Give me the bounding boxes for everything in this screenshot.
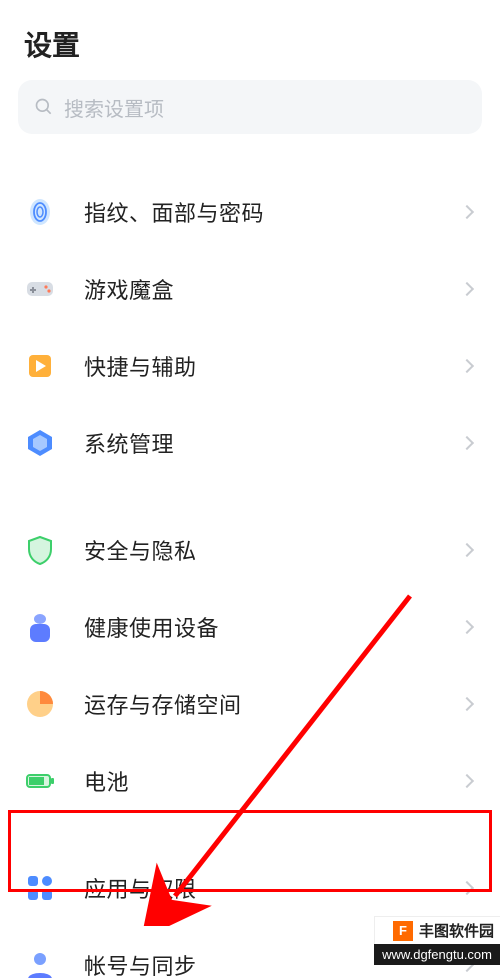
shield-icon xyxy=(22,532,58,568)
search-placeholder: 搜索设置项 xyxy=(64,93,164,122)
system-icon xyxy=(22,425,58,461)
list-item-label: 游戏魔盒 xyxy=(84,273,462,305)
list-item-security[interactable]: 安全与隐私 xyxy=(0,511,500,588)
list-item-health[interactable]: 健康使用设备 xyxy=(0,588,500,665)
list-item-label: 系统管理 xyxy=(84,427,462,459)
watermark-url: www.dgfengtu.com xyxy=(374,944,500,965)
shortcut-icon xyxy=(22,348,58,384)
list-item-label: 快捷与辅助 xyxy=(84,350,462,382)
list-item-fingerprint[interactable]: 指纹、面部与密码 xyxy=(0,173,500,250)
chevron-right-icon xyxy=(460,696,474,710)
section-gap xyxy=(0,819,500,849)
list-item-apps-permissions[interactable]: 应用与权限 xyxy=(0,849,500,926)
battery-icon xyxy=(22,763,58,799)
section-gap xyxy=(0,481,500,511)
search-input[interactable]: 搜索设置项 xyxy=(18,80,482,134)
chevron-right-icon xyxy=(460,358,474,372)
list-item-storage[interactable]: 运存与存储空间 xyxy=(0,665,500,742)
list-item-label: 健康使用设备 xyxy=(84,611,462,643)
list-item-label: 系统导航 xyxy=(84,148,462,151)
list-item-label: 电池 xyxy=(84,765,462,797)
list-item-battery[interactable]: 电池 xyxy=(0,742,500,819)
gamepad-icon xyxy=(22,271,58,307)
list-item-shortcut[interactable]: 快捷与辅助 xyxy=(0,327,500,404)
settings-list: 系统导航 指纹、面部与密码 游戏魔盒 快捷与辅助 xyxy=(0,148,500,978)
watermark-logo-icon: F xyxy=(393,921,413,941)
fingerprint-icon xyxy=(22,194,58,230)
list-item-label: 运存与存储空间 xyxy=(84,688,462,720)
list-item-gamebox[interactable]: 游戏魔盒 xyxy=(0,250,500,327)
search-icon xyxy=(34,97,54,117)
search-container: 搜索设置项 xyxy=(18,80,482,134)
chevron-right-icon xyxy=(460,204,474,218)
chevron-right-icon xyxy=(460,435,474,449)
chevron-right-icon xyxy=(460,542,474,556)
page-title: 设置 xyxy=(0,0,500,80)
watermark-name: 丰图软件园 xyxy=(419,920,494,941)
list-item-label: 安全与隐私 xyxy=(84,534,462,566)
chevron-right-icon xyxy=(460,281,474,295)
list-item-system-nav[interactable]: 系统导航 xyxy=(0,148,500,173)
apps-icon xyxy=(22,870,58,906)
nav-icon xyxy=(22,148,58,153)
chevron-right-icon xyxy=(460,619,474,633)
storage-icon xyxy=(22,686,58,722)
health-icon xyxy=(22,609,58,645)
account-icon xyxy=(22,947,58,978)
watermark: F 丰图软件园 www.dgfengtu.com xyxy=(374,916,500,965)
chevron-right-icon xyxy=(460,880,474,894)
chevron-right-icon xyxy=(460,773,474,787)
list-item-system-manage[interactable]: 系统管理 xyxy=(0,404,500,481)
list-item-label: 指纹、面部与密码 xyxy=(84,196,462,228)
list-item-label: 应用与权限 xyxy=(84,872,462,904)
